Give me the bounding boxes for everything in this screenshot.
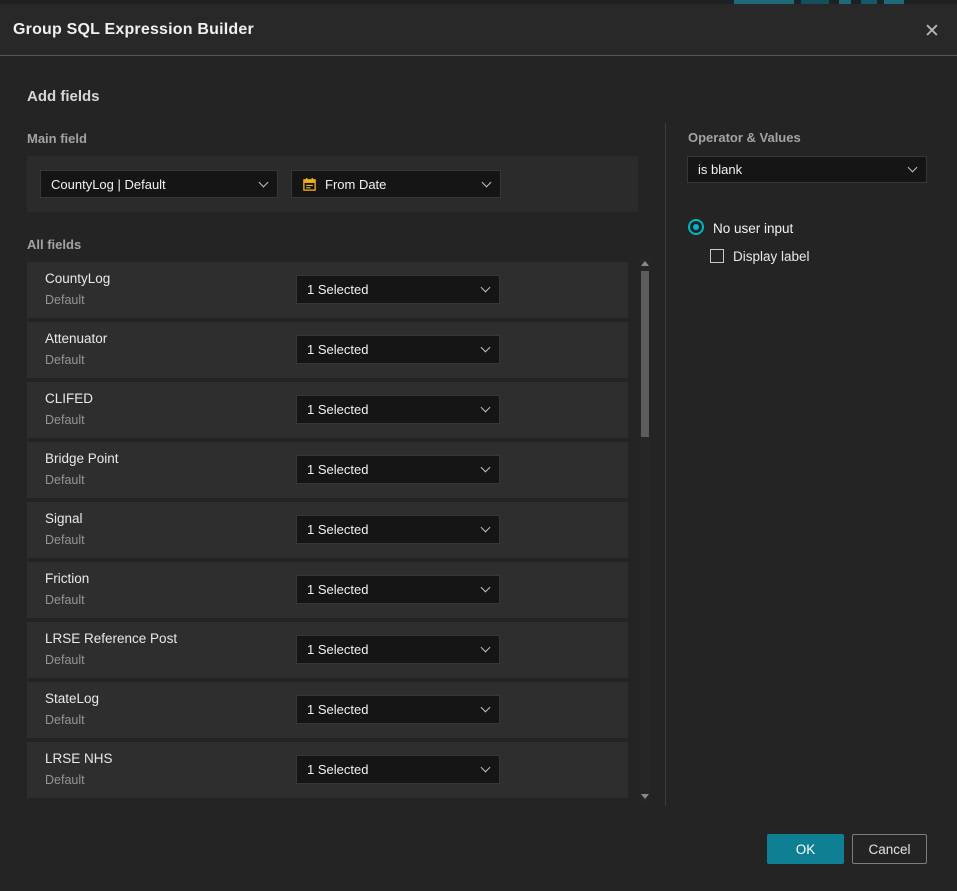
operator-select[interactable]: is blank [687, 156, 927, 183]
cancel-button[interactable]: Cancel [852, 834, 927, 864]
field-name: Friction [45, 571, 89, 586]
chevron-down-icon [482, 177, 492, 187]
field-row: LRSE Reference Post Default 1 Selected [27, 622, 628, 678]
field-row: LRSE NHS Default 1 Selected [27, 742, 628, 798]
field-selection-select[interactable]: 1 Selected [296, 515, 500, 544]
field-selection-select[interactable]: 1 Selected [296, 395, 500, 424]
chevron-down-icon [481, 283, 491, 293]
field-subtitle: Default [45, 473, 85, 487]
field-selection-value: 1 Selected [307, 342, 474, 357]
chevron-down-icon [259, 177, 269, 187]
field-subtitle: Default [45, 533, 85, 547]
field-subtitle: Default [45, 773, 85, 787]
field-selection-select[interactable]: 1 Selected [296, 335, 500, 364]
field-subtitle: Default [45, 593, 85, 607]
field-selection-value: 1 Selected [307, 642, 474, 657]
chevron-down-icon [481, 523, 491, 533]
field-selection-value: 1 Selected [307, 282, 474, 297]
chevron-down-icon [481, 703, 491, 713]
chevron-down-icon [481, 763, 491, 773]
no-user-input-radio[interactable] [688, 219, 704, 235]
no-user-input-label: No user input [713, 221, 793, 236]
field-name: Signal [45, 511, 83, 526]
field-row: Friction Default 1 Selected [27, 562, 628, 618]
field-selection-select[interactable]: 1 Selected [296, 695, 500, 724]
field-name: Bridge Point [45, 451, 119, 466]
field-subtitle: Default [45, 353, 85, 367]
field-name: CountyLog [45, 271, 110, 286]
field-name: CLIFED [45, 391, 93, 406]
main-field-field-value: From Date [325, 177, 475, 192]
chevron-down-icon [908, 163, 918, 173]
field-selection-select[interactable]: 1 Selected [296, 455, 500, 484]
field-selection-value: 1 Selected [307, 702, 474, 717]
field-selection-value: 1 Selected [307, 522, 474, 537]
close-icon[interactable]: ✕ [921, 20, 943, 42]
field-row: CountyLog Default 1 Selected [27, 262, 628, 318]
main-field-field-select[interactable]: From Date [291, 170, 501, 198]
radio-selected-dot [693, 224, 699, 230]
operator-value: is blank [698, 162, 901, 177]
field-selection-select[interactable]: 1 Selected [296, 275, 500, 304]
field-selection-select[interactable]: 1 Selected [296, 755, 500, 784]
display-label-checkbox[interactable] [710, 249, 724, 263]
scrollbar-down-icon[interactable] [641, 794, 649, 799]
scrollbar-thumb[interactable] [641, 271, 649, 437]
main-field-panel: CountyLog | Default From Date [27, 156, 638, 212]
field-selection-value: 1 Selected [307, 402, 474, 417]
dialog-header: Group SQL Expression Builder ✕ [0, 4, 957, 56]
field-subtitle: Default [45, 653, 85, 667]
panel-divider [665, 123, 666, 806]
field-name: StateLog [45, 691, 99, 706]
field-selection-select[interactable]: 1 Selected [296, 575, 500, 604]
main-field-source-select[interactable]: CountyLog | Default [40, 170, 278, 198]
calendar-icon [302, 177, 317, 192]
field-name: LRSE NHS [45, 751, 113, 766]
main-field-label: Main field [27, 131, 87, 146]
all-fields-label: All fields [27, 237, 81, 252]
chevron-down-icon [481, 643, 491, 653]
ok-button[interactable]: OK [767, 834, 844, 864]
field-selection-value: 1 Selected [307, 462, 474, 477]
field-row: Attenuator Default 1 Selected [27, 322, 628, 378]
scrollbar-up-icon[interactable] [641, 261, 649, 266]
chevron-down-icon [481, 463, 491, 473]
dialog-title: Group SQL Expression Builder [13, 21, 254, 39]
chevron-down-icon [481, 343, 491, 353]
add-fields-heading: Add fields [27, 88, 100, 105]
field-selection-select[interactable]: 1 Selected [296, 635, 500, 664]
main-field-source-value: CountyLog | Default [51, 177, 252, 192]
field-selection-value: 1 Selected [307, 762, 474, 777]
all-fields-list: CountyLog Default 1 Selected Attenuator … [27, 262, 628, 802]
field-subtitle: Default [45, 713, 85, 727]
group-sql-expression-builder-dialog: Group SQL Expression Builder ✕ Add field… [0, 0, 957, 891]
operator-values-heading: Operator & Values [688, 130, 801, 145]
field-row: Signal Default 1 Selected [27, 502, 628, 558]
field-row: StateLog Default 1 Selected [27, 682, 628, 738]
field-name: LRSE Reference Post [45, 631, 177, 646]
field-subtitle: Default [45, 413, 85, 427]
field-name: Attenuator [45, 331, 107, 346]
field-row: CLIFED Default 1 Selected [27, 382, 628, 438]
display-label-label: Display label [733, 249, 810, 264]
field-row: Bridge Point Default 1 Selected [27, 442, 628, 498]
field-subtitle: Default [45, 293, 85, 307]
chevron-down-icon [481, 403, 491, 413]
field-selection-value: 1 Selected [307, 582, 474, 597]
chevron-down-icon [481, 583, 491, 593]
